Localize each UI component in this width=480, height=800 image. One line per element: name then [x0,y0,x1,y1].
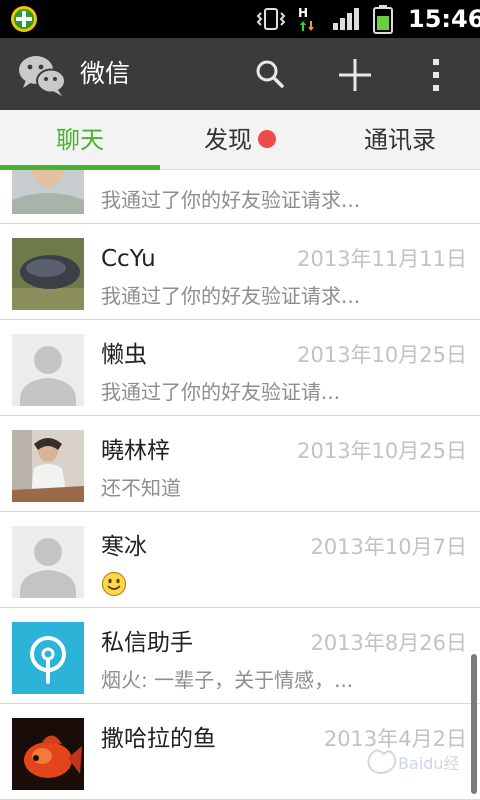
app-notification-icon [10,5,38,33]
conversation-list[interactable]: 我通过了你的好友验证请求... CcYu 2013年11月11日 我通过了你的好… [0,170,480,800]
last-message: 烟火: 一辈子，关于情感，... [101,668,354,692]
contact-name: 私信助手 [101,630,193,656]
tab-bar: 聊天 发现 通讯录 [0,110,480,170]
battery-icon [373,4,393,34]
default-avatar-icon [12,526,84,598]
last-message [101,568,127,600]
baidu-watermark: Baidu经验 [362,742,476,782]
svg-text:Baidu经验: Baidu经验 [398,754,458,773]
default-avatar-icon [12,334,84,406]
last-message: 我通过了你的好友验证请求... [101,188,361,212]
conversation-row[interactable]: 私信助手 2013年8月26日 烟火: 一辈子，关于情感，... [0,608,480,704]
conversation-row[interactable]: 寒冰 2013年10月7日 [0,512,480,608]
avatar [12,718,84,790]
signal-strength-icon [332,8,360,30]
status-bar: H 15:46 [0,0,480,38]
message-date: 2013年10月7日 [310,535,467,559]
vibrate-icon [256,7,286,31]
more-vertical-icon [433,59,439,91]
add-button[interactable] [324,38,384,110]
wechat-logo-icon [18,52,66,98]
data-network-icon: H [296,5,320,33]
private-message-assistant-icon [12,622,84,694]
conversation-row[interactable]: CcYu 2013年11月11日 我通过了你的好友验证请求... [0,224,480,320]
tab-chats[interactable]: 聊天 [0,110,160,170]
tab-contacts-label: 通讯录 [364,126,436,154]
message-date: 2013年8月26日 [310,631,467,655]
tab-discover-label: 发现 [204,126,252,154]
tab-contacts[interactable]: 通讯录 [320,110,480,170]
status-time: 15:46 [408,5,480,33]
plus-icon [339,59,371,91]
tab-chats-label: 聊天 [56,126,104,154]
message-date: 2013年10月25日 [297,439,467,463]
conversation-row[interactable]: 曉林梓 2013年10月25日 还不知道 [0,416,480,512]
svg-text:H: H [298,6,308,20]
list-scrollbar[interactable] [471,654,477,794]
conversation-row[interactable]: 懒虫 2013年10月25日 我通过了你的好友验证请... [0,320,480,416]
contact-name: 懒虫 [101,342,147,368]
last-message: 我通过了你的好友验证请... [101,380,341,404]
avatar [12,170,84,214]
search-button[interactable] [240,38,300,110]
conversation-row[interactable]: 我通过了你的好友验证请求... [0,170,480,224]
contact-name: 曉林梓 [101,438,170,464]
app-header: 微信 [0,38,480,110]
contact-name: CcYu [101,246,156,272]
smiley-emoji-icon [101,571,127,597]
more-menu-button[interactable] [406,38,466,110]
contact-name: 寒冰 [101,534,147,560]
last-message: 我通过了你的好友验证请求... [101,284,361,308]
message-date: 2013年11月11日 [297,247,467,271]
contact-name: 撒哈拉的鱼 [101,726,216,752]
message-date: 2013年10月25日 [297,343,467,367]
new-badge-dot [258,130,276,148]
app-title: 微信 [80,59,131,88]
avatar [12,430,84,502]
tab-discover[interactable]: 发现 [160,110,320,170]
search-icon [256,60,284,88]
last-message: 还不知道 [101,476,181,500]
avatar [12,238,84,310]
